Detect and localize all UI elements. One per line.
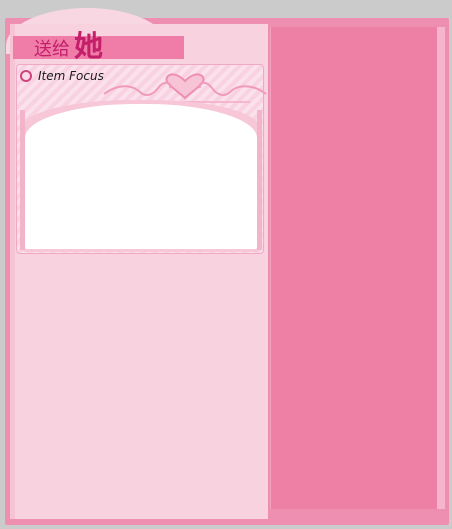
page-title: 送给 她 <box>34 28 103 62</box>
title-prefix: 送给 <box>34 39 70 60</box>
right-panel <box>270 27 437 509</box>
item-focus-label: Item Focus <box>38 69 104 83</box>
right-panel-rim <box>437 27 445 509</box>
title-main: 她 <box>74 29 104 63</box>
circle-bullet-icon <box>20 70 32 82</box>
item-display-window <box>25 104 257 249</box>
left-panel-edge <box>10 24 15 519</box>
window-pillar-right <box>257 110 262 250</box>
